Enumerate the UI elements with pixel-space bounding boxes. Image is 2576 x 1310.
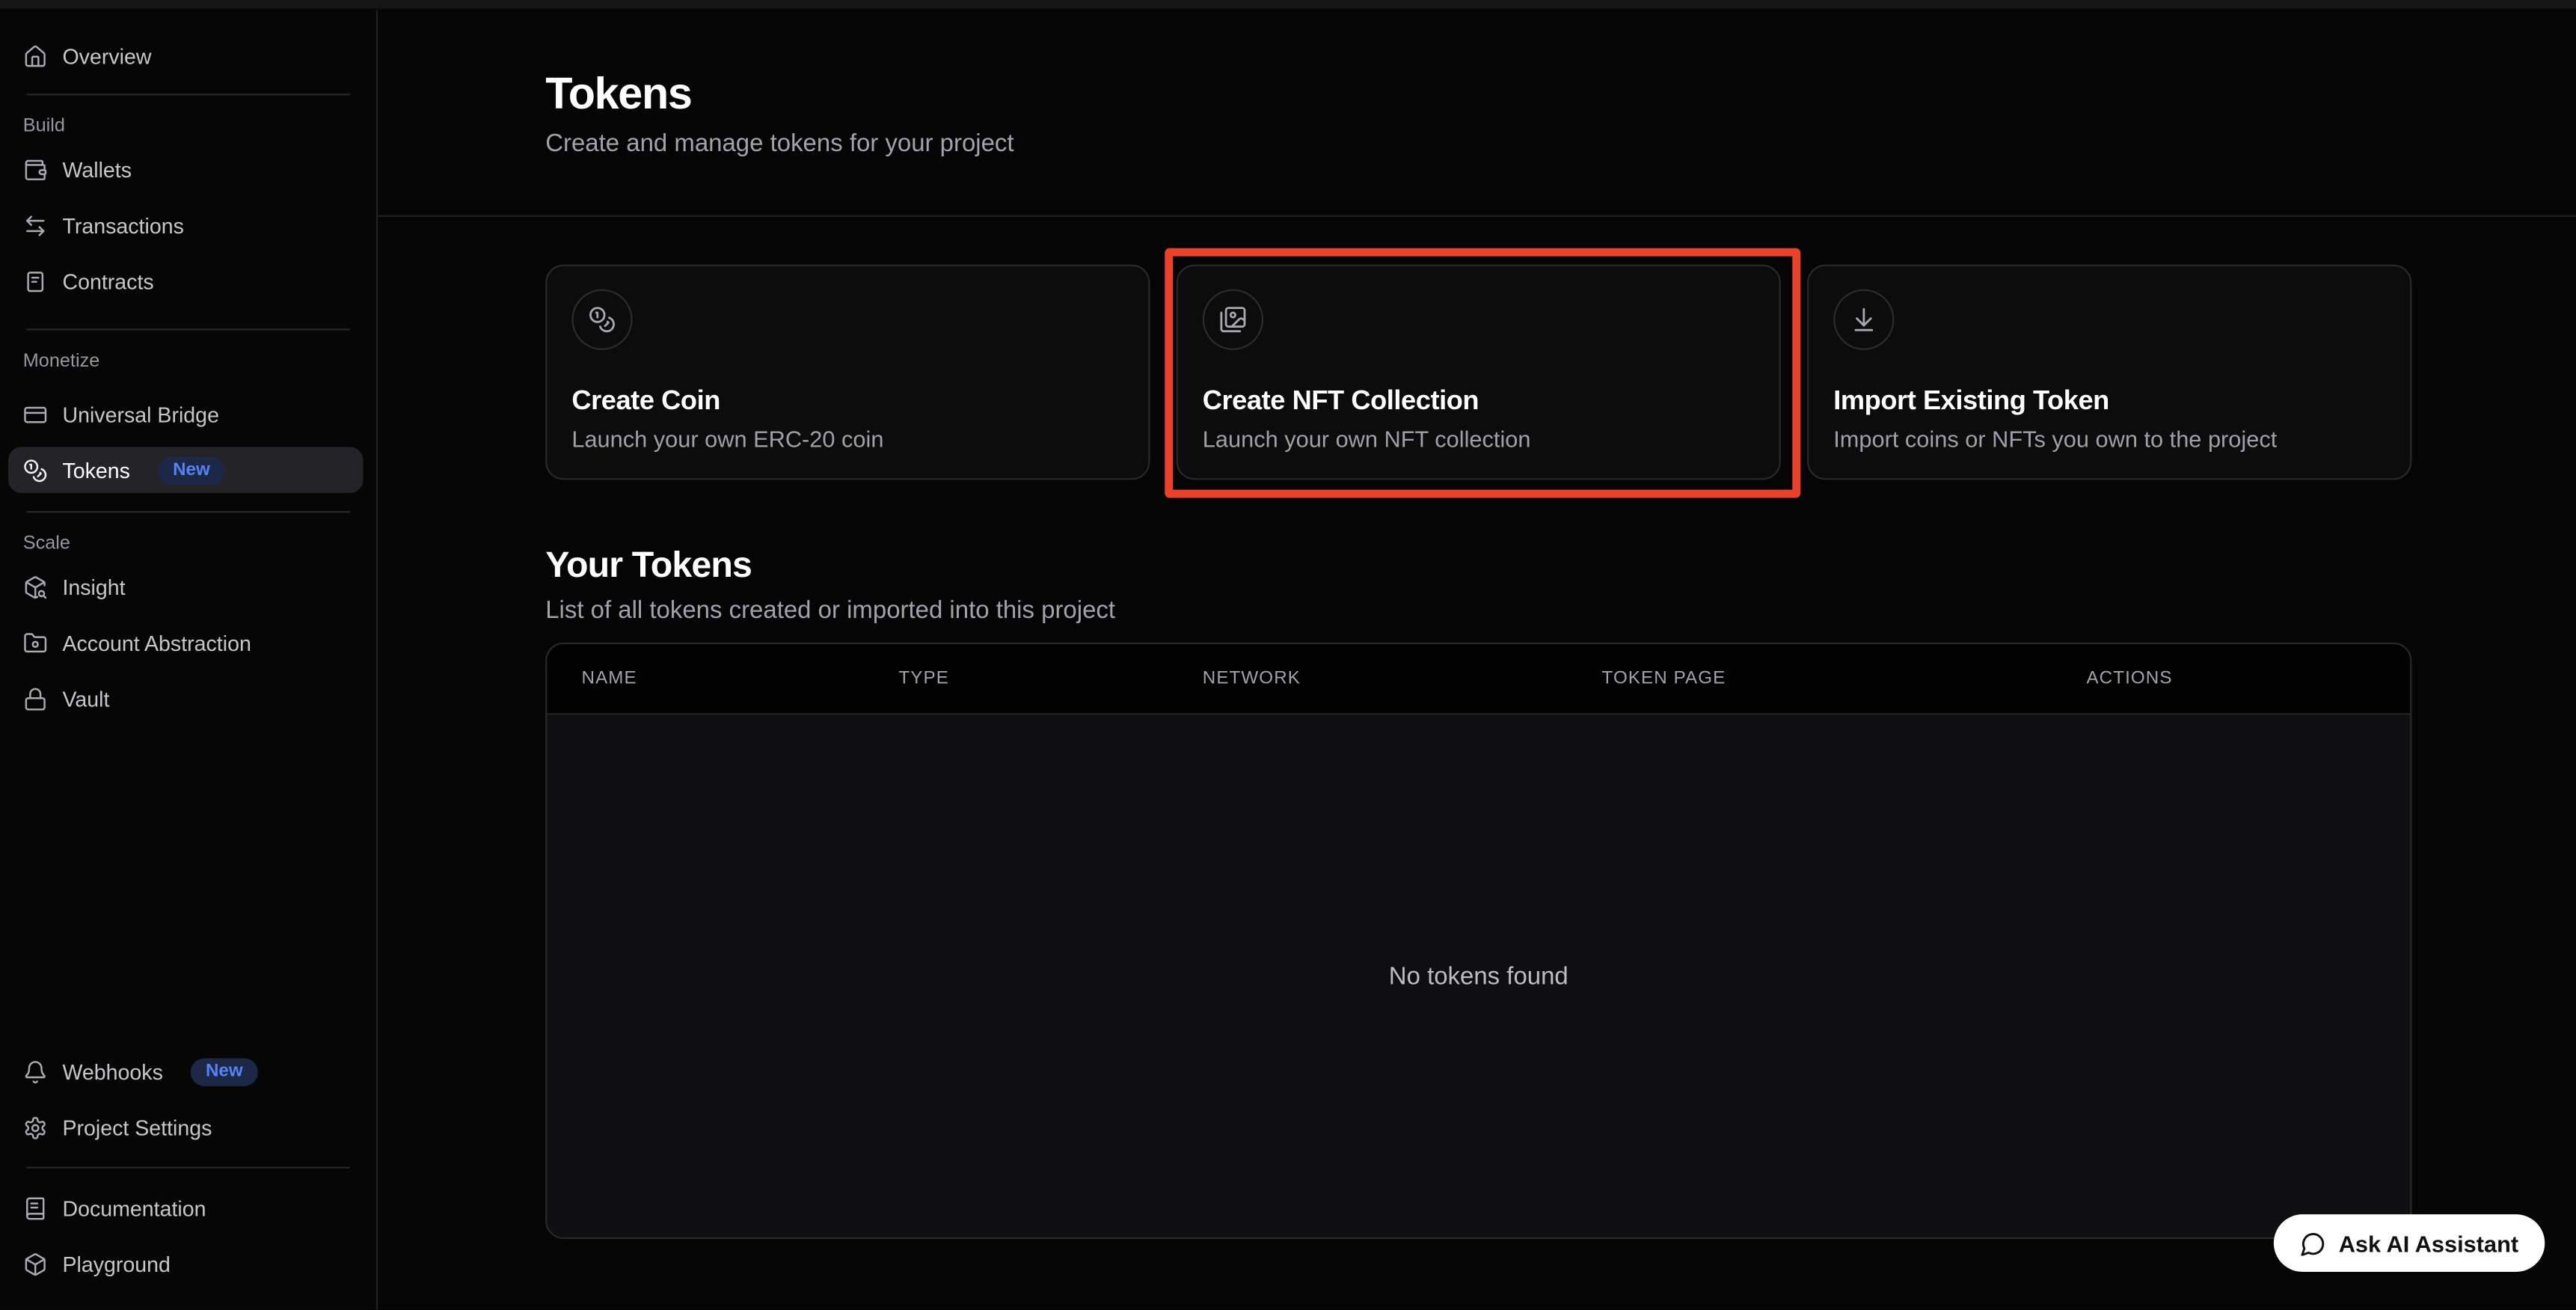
divider [26, 1166, 350, 1168]
credit-card-icon [23, 402, 48, 426]
sidebar-item-label: Account Abstraction [62, 630, 251, 655]
coins-icon [571, 290, 632, 350]
sidebar-item-label: Playground [62, 1252, 170, 1276]
sidebar-item-contracts[interactable]: Contracts [8, 258, 363, 304]
create-nft-collection-card[interactable]: Create NFT Collection Launch your own NF… [1177, 265, 1781, 480]
sidebar-item-project-settings[interactable]: Project Settings [8, 1104, 363, 1151]
book-icon [23, 1196, 48, 1220]
card-description: Import coins or NFTs you own to the proj… [1833, 426, 2385, 453]
sidebar-item-label: Wallets [62, 157, 132, 182]
sidebar-item-label: Webhooks [62, 1059, 162, 1084]
sidebar-item-label: Contracts [62, 269, 153, 293]
sidebar-section-build: Build [23, 117, 353, 136]
sidebar-item-label: Overview [62, 43, 151, 68]
sidebar-item-universal-bridge[interactable]: Universal Bridge [8, 391, 363, 438]
gear-icon [23, 1115, 48, 1139]
bell-icon [23, 1059, 48, 1084]
token-action-cards: Create Coin Launch your own ERC-20 coin … [545, 265, 2411, 480]
app-window: Overview Build Wallets Transactions [0, 0, 2576, 1310]
sidebar-footer: Webhooks New Project Settings Documentat… [0, 1048, 376, 1297]
your-tokens-title: Your Tokens [545, 544, 2411, 587]
page-header: Tokens Create and manage tokens for your… [378, 10, 2576, 161]
new-badge: New [158, 456, 224, 484]
package-search-icon [23, 575, 48, 599]
sidebar-item-overview[interactable]: Overview [8, 33, 363, 79]
import-existing-token-card[interactable]: Import Existing Token Import coins or NF… [1807, 265, 2411, 480]
column-header-token-page: TOKEN PAGE [1567, 669, 2052, 688]
sidebar-section-scale: Scale [23, 534, 353, 554]
column-header-type: TYPE [864, 669, 1168, 688]
window-top-strip [0, 0, 2576, 10]
page-title: Tokens [545, 69, 2411, 118]
ask-ai-assistant-label: Ask AI Assistant [2339, 1230, 2518, 1256]
sidebar-item-wallets[interactable]: Wallets [8, 146, 363, 192]
card-title: Create NFT Collection [1203, 386, 1755, 417]
column-header-actions: ACTIONS [2052, 669, 2411, 688]
divider [26, 328, 350, 330]
tokens-table: NAME TYPE NETWORK TOKEN PAGE ACTIONS No … [545, 643, 2411, 1239]
chat-bubble-icon [2299, 1230, 2325, 1256]
sidebar-item-label: Vault [62, 686, 109, 711]
main-content: Tokens Create and manage tokens for your… [378, 10, 2576, 1309]
sidebar-section-monetize: Monetize [23, 352, 353, 371]
sidebar-item-account-abstraction[interactable]: Account Abstraction [8, 619, 363, 665]
sidebar-item-vault[interactable]: Vault [8, 676, 363, 722]
card-description: Launch your own ERC-20 coin [571, 426, 1123, 453]
sidebar-item-transactions[interactable]: Transactions [8, 202, 363, 248]
sidebar-item-playground[interactable]: Playground [8, 1240, 363, 1287]
your-tokens-subtitle: List of all tokens created or imported i… [545, 595, 2411, 628]
card-title: Create Coin [571, 386, 1123, 417]
coins-icon [23, 458, 48, 483]
wallet-icon [23, 157, 48, 182]
images-icon [1203, 290, 1263, 350]
document-icon [23, 269, 48, 293]
lock-icon [23, 686, 48, 711]
sidebar-item-insight[interactable]: Insight [8, 563, 363, 610]
sidebar-item-documentation[interactable]: Documentation [8, 1185, 363, 1231]
folder-coin-icon [23, 630, 48, 655]
arrows-left-right-icon [23, 212, 48, 237]
sidebar-item-label: Transactions [62, 212, 183, 237]
empty-state-text: No tokens found [1389, 962, 1568, 990]
sidebar-item-webhooks[interactable]: Webhooks New [8, 1048, 363, 1095]
sidebar-item-label: Tokens [62, 458, 129, 483]
sidebar-item-label: Universal Bridge [62, 402, 218, 426]
create-coin-card[interactable]: Create Coin Launch your own ERC-20 coin [545, 265, 1150, 480]
sidebar-item-tokens[interactable]: Tokens New [8, 447, 363, 493]
card-description: Launch your own NFT collection [1203, 426, 1755, 453]
column-header-name: NAME [547, 669, 864, 688]
download-icon [1833, 290, 1894, 350]
divider [26, 511, 350, 512]
table-header-row: NAME TYPE NETWORK TOKEN PAGE ACTIONS [547, 644, 2410, 714]
sidebar-item-label: Documentation [62, 1196, 206, 1220]
sidebar-item-label: Project Settings [62, 1115, 212, 1139]
page-subtitle: Create and manage tokens for your projec… [545, 128, 2411, 161]
card-title: Import Existing Token [1833, 386, 2385, 417]
sidebar: Overview Build Wallets Transactions [0, 10, 378, 1309]
table-body: No tokens found [547, 714, 2410, 1237]
new-badge: New [191, 1057, 257, 1085]
cube-icon [23, 1252, 48, 1276]
divider [26, 94, 350, 95]
sidebar-item-label: Insight [62, 575, 125, 599]
column-header-network: NETWORK [1168, 669, 1568, 688]
home-icon [23, 43, 48, 68]
ask-ai-assistant-button[interactable]: Ask AI Assistant [2273, 1214, 2545, 1272]
